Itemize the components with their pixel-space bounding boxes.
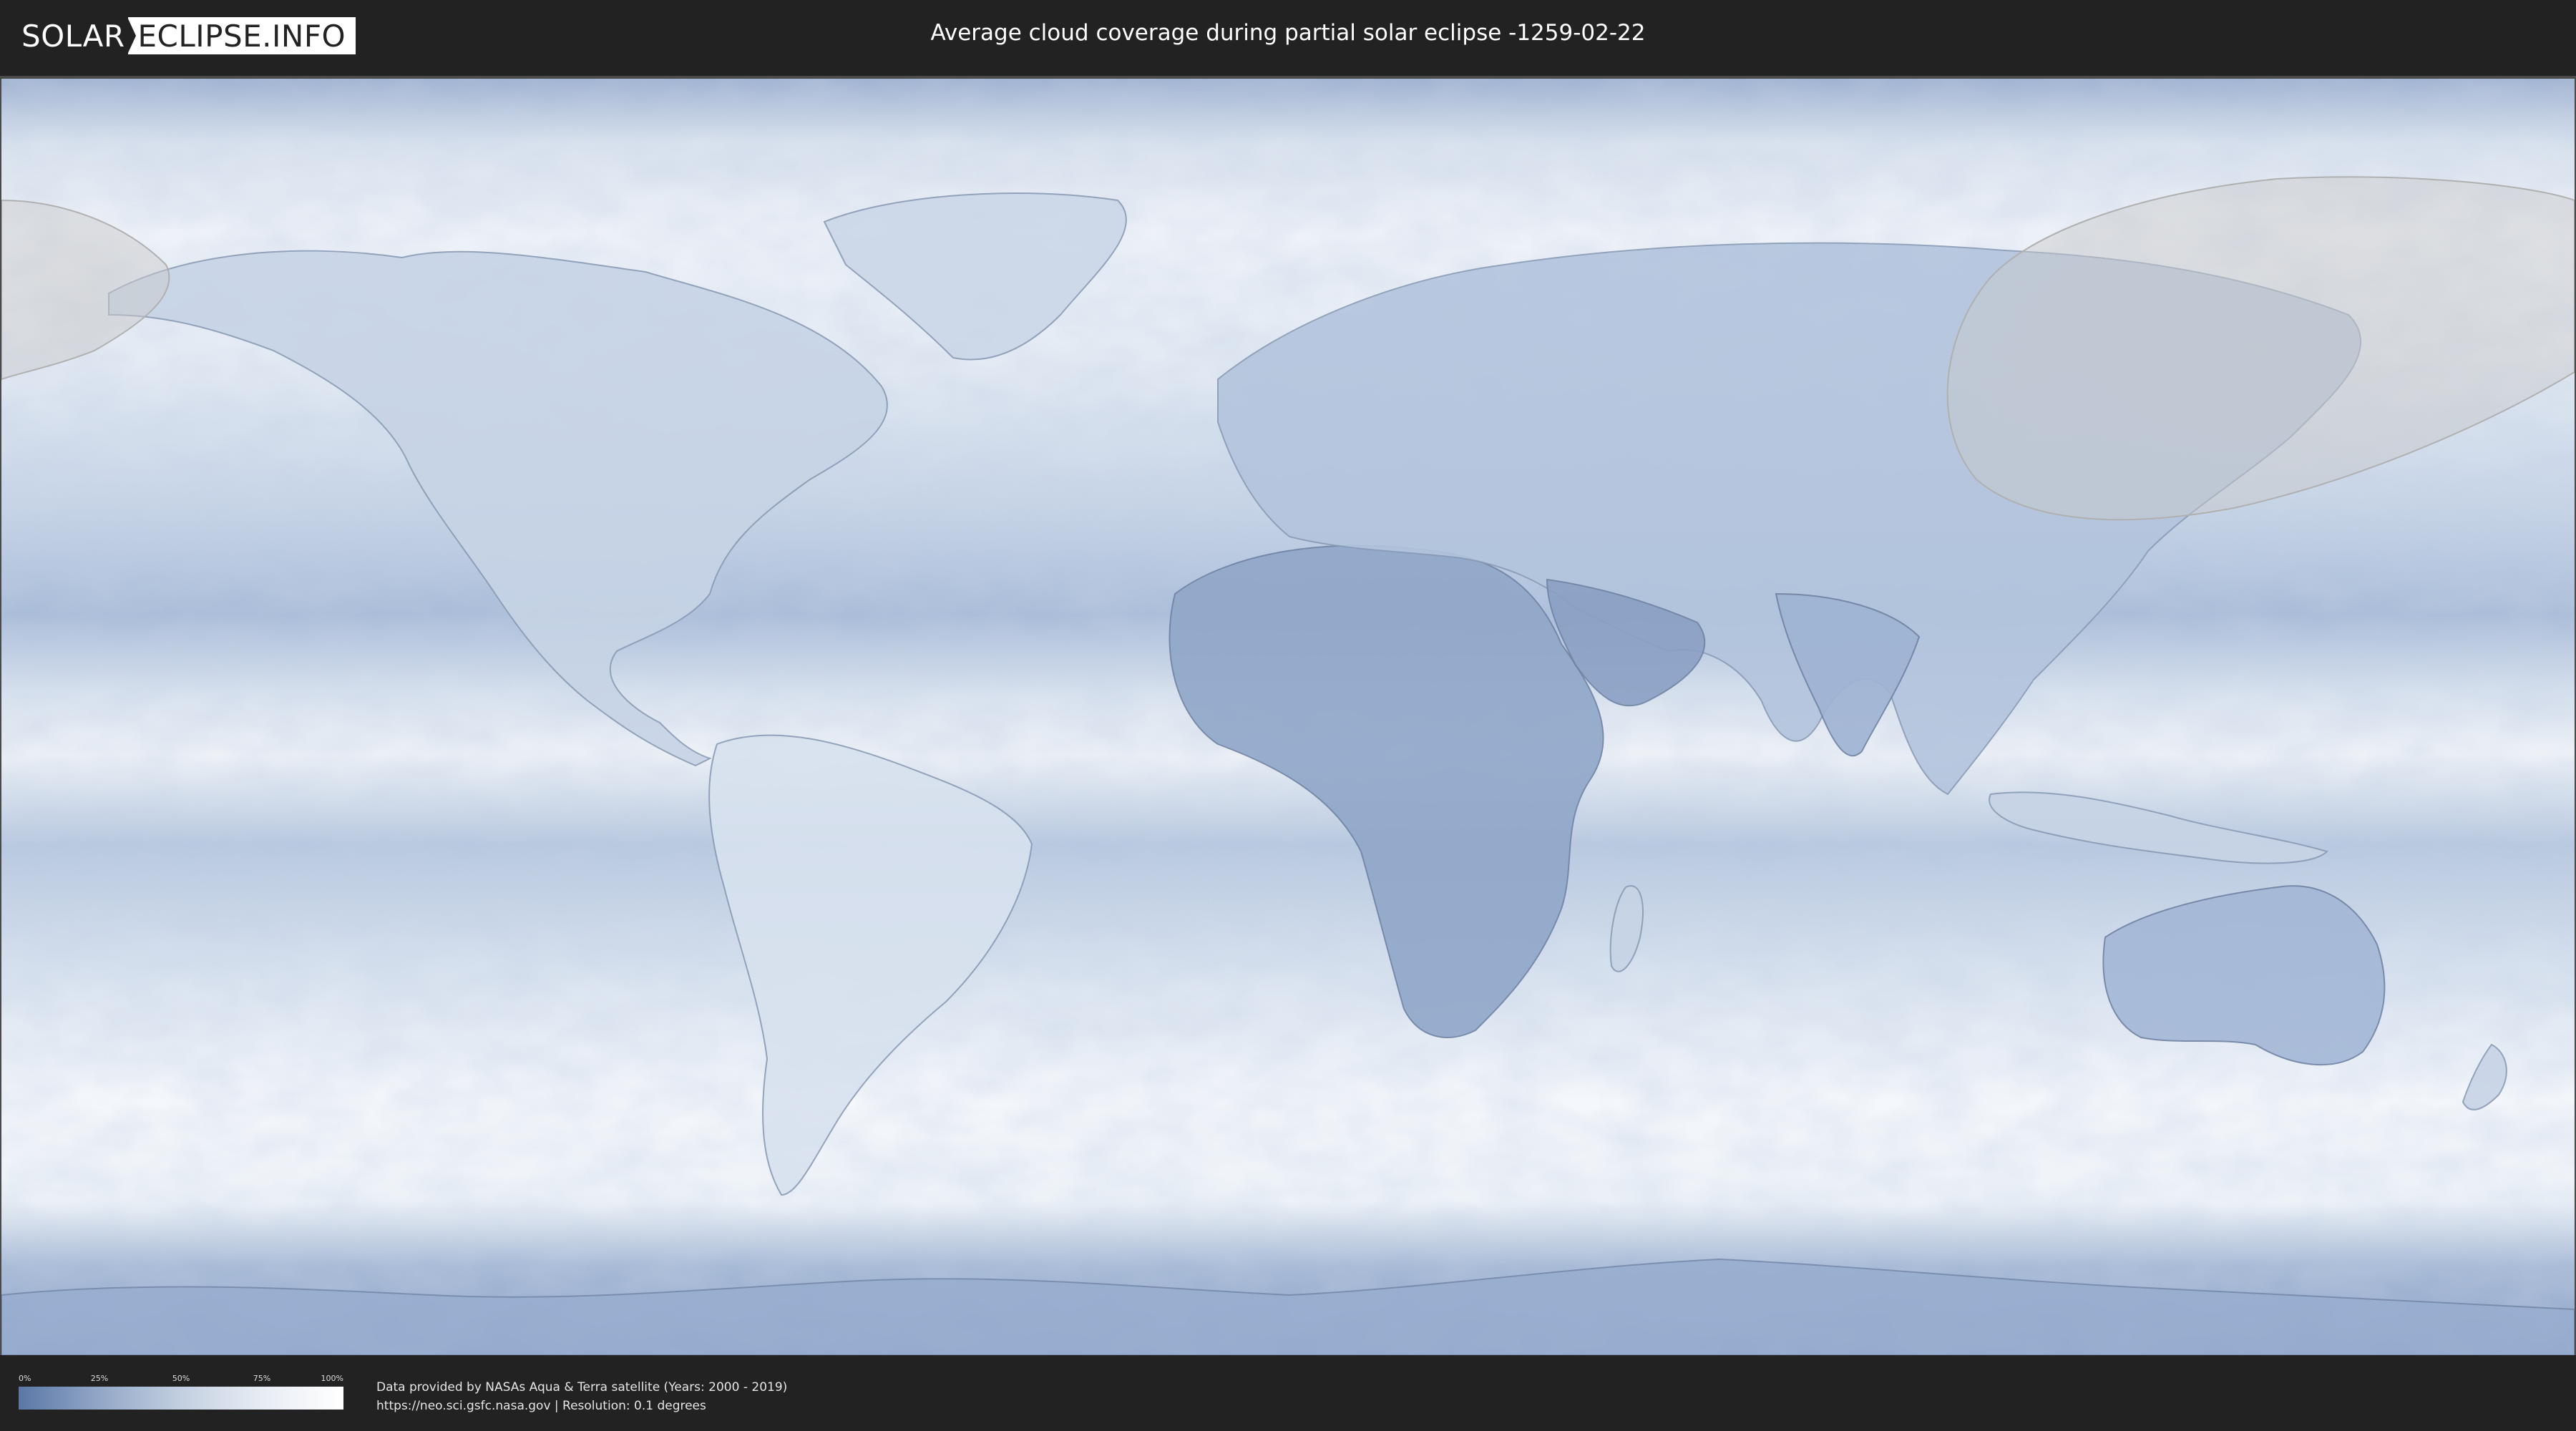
data-credits: Data provided by NASAs Aqua & Terra sate…: [376, 1378, 787, 1415]
legend-ticks: 0% 25% 50% 75% 100%: [19, 1374, 343, 1384]
page-title: Average cloud coverage during partial so…: [930, 20, 1646, 46]
cloud-coverage-map[interactable]: [1, 79, 2575, 1355]
legend-tick: 100%: [321, 1374, 343, 1383]
legend-tick: 0%: [19, 1374, 31, 1383]
legend-tick: 75%: [253, 1374, 271, 1383]
credits-line-url[interactable]: https://neo.sci.gsfc.nasa.gov | Resoluti…: [376, 1397, 787, 1415]
credits-line-source: Data provided by NASAs Aqua & Terra sate…: [376, 1380, 788, 1395]
legend-color-bar: [19, 1387, 343, 1410]
legend-tick: 50%: [172, 1374, 190, 1383]
cloud-coverage-legend: 0% 25% 50% 75% 100%: [19, 1374, 343, 1414]
map-svg: [1, 79, 2575, 1355]
legend-tick: 25%: [90, 1374, 109, 1383]
header: SOLAR ECLIPSE.INFO Average cloud coverag…: [0, 0, 2576, 72]
page: SOLAR ECLIPSE.INFO Average cloud coverag…: [0, 0, 2576, 1431]
